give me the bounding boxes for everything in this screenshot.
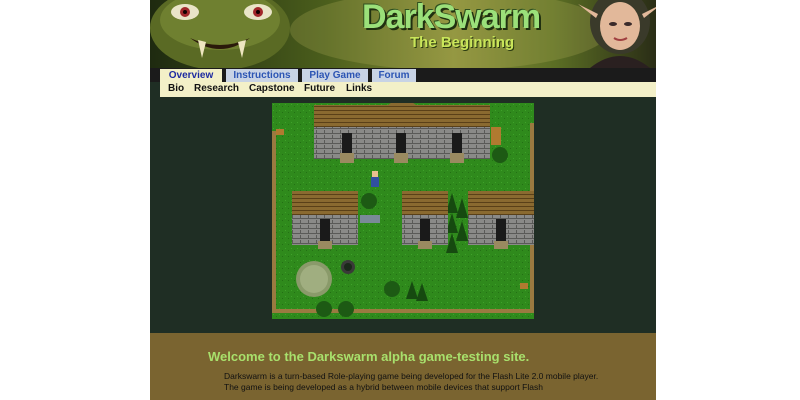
tab-play-game[interactable]: Play Game xyxy=(302,69,368,82)
intro-paragraph: Darkswarm is a turn-based Role-playing g… xyxy=(224,371,599,392)
tab-instructions[interactable]: Instructions xyxy=(226,69,298,82)
subnav-capstone[interactable]: Capstone xyxy=(249,83,295,94)
welcome-section: Welcome to the Darkswarm alpha game-test… xyxy=(150,333,656,400)
subnav-future[interactable]: Future xyxy=(304,83,335,94)
site-title: DarkSwarm xyxy=(362,0,541,36)
subnav-links[interactable]: Links xyxy=(346,83,372,94)
tab-overview[interactable]: Overview xyxy=(160,69,222,82)
village-map xyxy=(272,103,534,319)
game-map-screenshot xyxy=(272,103,534,319)
tab-forum[interactable]: Forum xyxy=(372,69,416,82)
subnav-bio[interactable]: Bio xyxy=(168,83,184,94)
site-banner: DarkSwarm The Beginning xyxy=(150,0,656,68)
site-subtitle: The Beginning xyxy=(410,34,515,51)
sub-navigation: Bio Research Capstone Future Links xyxy=(160,82,656,97)
site-container: DarkSwarm The Beginning Overview Instruc… xyxy=(150,0,656,400)
main-tabs: Overview Instructions Play Game Forum xyxy=(150,68,656,82)
subnav-research[interactable]: Research xyxy=(194,83,239,94)
welcome-heading: Welcome to the Darkswarm alpha game-test… xyxy=(208,349,530,364)
